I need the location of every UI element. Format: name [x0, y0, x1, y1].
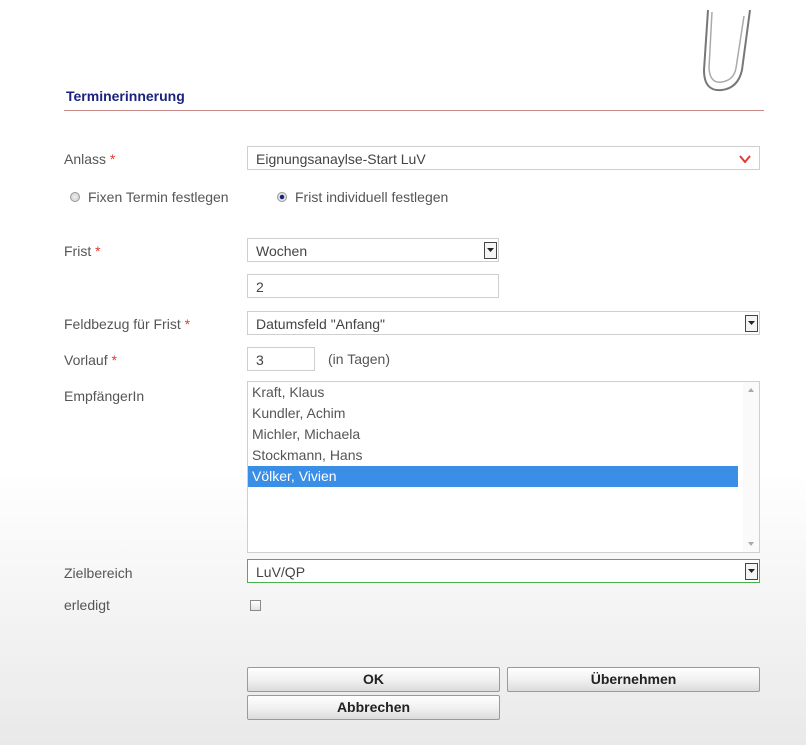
scroll-down-icon[interactable]	[748, 542, 754, 546]
radio-fixed-label: Fixen Termin festlegen	[88, 189, 229, 205]
dialog-title: Terminerinnerung	[66, 88, 185, 104]
feldbezug-value: Datumsfeld "Anfang"	[256, 316, 386, 332]
frist-label: Frist *	[64, 243, 101, 259]
zielbereich-select[interactable]: LuV/QP	[247, 559, 760, 583]
ok-button[interactable]: OK	[247, 667, 500, 692]
empfaenger-label: EmpfängerIn	[64, 388, 145, 404]
frist-unit-select[interactable]: Wochen	[247, 238, 499, 262]
vorlauf-label: Vorlauf *	[64, 352, 117, 368]
listbox-scrollbar[interactable]	[743, 382, 759, 552]
chevron-down-icon	[745, 563, 758, 580]
chevron-down-icon	[484, 242, 497, 259]
anlass-select-value: Eignungsanaylse-Start LuV	[256, 151, 426, 167]
zielbereich-label: Zielbereich	[64, 565, 133, 581]
erledigt-checkbox[interactable]	[250, 600, 261, 611]
empfaenger-listbox[interactable]: Kraft, Klaus Kundler, Achim Michler, Mic…	[247, 381, 760, 553]
list-item[interactable]: Michler, Michaela	[248, 424, 738, 445]
zielbereich-value: LuV/QP	[256, 564, 306, 580]
title-divider	[64, 110, 764, 111]
scroll-up-icon[interactable]	[748, 388, 754, 392]
paperclip-icon	[702, 9, 751, 92]
feldbezug-select[interactable]: Datumsfeld "Anfang"	[247, 311, 760, 335]
list-item[interactable]: Kraft, Klaus	[248, 382, 738, 403]
erledigt-label: erledigt	[64, 597, 110, 613]
vorlauf-suffix: (in Tagen)	[328, 351, 391, 367]
radio-individual-label: Frist individuell festlegen	[295, 189, 449, 205]
frist-amount-input[interactable]: 2	[247, 274, 499, 298]
cancel-button[interactable]: Abbrechen	[247, 695, 500, 720]
list-item-selected[interactable]: Völker, Vivien	[248, 466, 738, 487]
frist-unit-value: Wochen	[256, 243, 308, 259]
radio-fixed-termin[interactable]: Fixen Termin festlegen	[70, 189, 229, 205]
list-item[interactable]: Kundler, Achim	[248, 403, 738, 424]
dropdown-arrow-icon	[739, 155, 751, 163]
list-item[interactable]: Stockmann, Hans	[248, 445, 738, 466]
vorlauf-input[interactable]: 3	[247, 347, 315, 371]
radio-unchecked-icon	[70, 192, 80, 202]
radio-checked-icon	[277, 192, 287, 202]
feldbezug-label: Feldbezug für Frist *	[64, 316, 191, 332]
anlass-label: Anlass *	[64, 151, 116, 167]
anlass-select[interactable]: Eignungsanaylse-Start LuV	[247, 146, 760, 170]
radio-frist-individuell[interactable]: Frist individuell festlegen	[277, 189, 448, 205]
chevron-down-icon	[745, 315, 758, 332]
apply-button[interactable]: Übernehmen	[507, 667, 760, 692]
